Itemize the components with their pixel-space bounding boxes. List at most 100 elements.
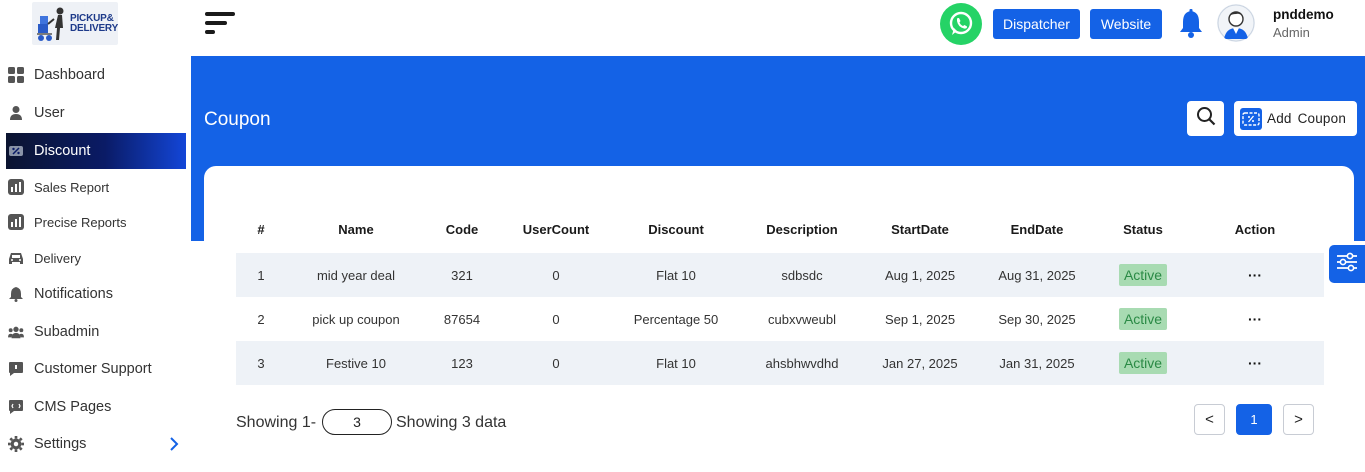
column-header-startdate[interactable]: StartDate <box>866 206 974 253</box>
car-icon <box>8 250 24 266</box>
sidebar-item-label: Discount <box>34 143 91 159</box>
cell-name: pick up coupon <box>312 311 400 327</box>
sidebar-item-notifications[interactable]: Notifications <box>6 276 186 312</box>
sidebar-item-label: Sales Report <box>34 179 110 195</box>
sidebar-item-settings[interactable]: Settings <box>6 426 186 462</box>
sidebar-item-delivery[interactable]: Delivery <box>6 240 186 276</box>
topbar: Dispatcher Website pnddemo Admin <box>191 0 1365 56</box>
table-header-row: # Name Code UserCount Discount Descripti… <box>236 206 1324 253</box>
cell-description: sdbsdc <box>738 253 866 297</box>
sidebar-item-discount[interactable]: Discount <box>6 133 186 169</box>
gear-icon <box>8 436 24 452</box>
cell-code: 321 <box>426 253 498 297</box>
user-name: pnddemo <box>1273 7 1334 22</box>
filter-settings-button[interactable] <box>1329 245 1365 283</box>
menu-toggle-icon[interactable] <box>205 12 235 36</box>
table-row: 1 mid year deal 321 0 Flat 10 sdbsdc Aug… <box>236 253 1324 297</box>
dispatcher-button[interactable]: Dispatcher <box>993 9 1080 39</box>
avatar[interactable] <box>1217 4 1255 42</box>
add-coupon-button[interactable]: Add Coupon <box>1234 101 1357 136</box>
column-header-code[interactable]: Code <box>426 206 498 253</box>
notification-bell-icon[interactable] <box>1178 9 1204 39</box>
discount-ticket-icon <box>8 143 24 159</box>
cell-num: 1 <box>236 253 286 297</box>
column-header-description[interactable]: Description <box>738 206 866 253</box>
status-badge[interactable]: Active <box>1118 264 1168 286</box>
coupon-icon <box>1240 108 1262 130</box>
cell-description: ahsbhwvdhd <box>738 341 866 385</box>
cell-enddate: Jan 31, 2025 <box>974 341 1100 385</box>
prev-page-button[interactable]: < <box>1194 404 1225 435</box>
column-header-discount[interactable]: Discount <box>614 206 738 253</box>
table-footer: Showing 1- 3 Showing 3 data < 1 > <box>236 404 1324 438</box>
column-header-usercount[interactable]: UserCount <box>498 206 614 253</box>
showing-count: Showing 3 data <box>396 414 507 431</box>
more-actions-icon[interactable]: ··· <box>1248 267 1262 283</box>
sidebar-item-label: Notifications <box>34 286 113 302</box>
sidebar-item-label: Settings <box>34 436 87 452</box>
cell-name: mid year deal <box>286 253 426 297</box>
user-role: Admin <box>1273 25 1310 40</box>
chat-icon <box>8 361 24 377</box>
cell-name: Festive 10 <box>286 341 426 385</box>
sidebar-item-precise-reports[interactable]: Precise Reports <box>6 204 186 240</box>
cell-status: Active <box>1100 341 1186 385</box>
coupon-table-wrapper: # Name Code UserCount Discount Descripti… <box>236 206 1324 385</box>
sidebar-item-subadmin[interactable]: Subadmin <box>6 314 186 350</box>
sidebar-item-customer-support[interactable]: Customer Support <box>6 351 186 387</box>
brand-logo-text: PICKUP& DELIVERY <box>70 12 118 34</box>
cell-discount: Percentage 50 <box>633 311 719 327</box>
sidebar: PICKUP& DELIVERY Dashboard User Discount… <box>0 0 191 472</box>
showing-prefix: Showing 1- <box>236 414 317 431</box>
cell-action: ··· <box>1186 253 1324 297</box>
cell-usercount: 0 <box>498 341 614 385</box>
page-size-input[interactable]: 3 <box>322 409 392 435</box>
add-coupon-label: Add Coupon <box>1267 111 1347 126</box>
sidebar-item-sales-report[interactable]: Sales Report <box>6 169 186 205</box>
chevron-right-icon[interactable] <box>166 436 182 452</box>
sidebar-item-label: Customer Support <box>34 361 152 377</box>
cell-usercount: 0 <box>498 253 614 297</box>
column-header-status[interactable]: Status <box>1100 206 1186 253</box>
cell-startdate: Aug 1, 2025 <box>866 253 974 297</box>
sidebar-item-label: Dashboard <box>34 67 105 83</box>
app-root: PICKUP& DELIVERY Dashboard User Discount… <box>0 0 1365 472</box>
table-row: 3 Festive 10 123 0 Flat 10 ahsbhwvdhd Ja… <box>236 341 1324 385</box>
cell-startdate: Sep 1, 2025 <box>884 311 956 327</box>
status-badge[interactable]: Active <box>1118 352 1168 374</box>
chart-icon <box>8 214 24 230</box>
sliders-icon <box>1336 251 1358 278</box>
more-actions-icon[interactable]: ··· <box>1248 355 1262 371</box>
coupon-card: # Name Code UserCount Discount Descripti… <box>204 166 1354 472</box>
column-header-enddate[interactable]: EndDate <box>974 206 1100 253</box>
dashboard-grid-icon <box>8 67 24 83</box>
whatsapp-icon[interactable] <box>940 3 982 45</box>
sidebar-item-dashboard[interactable]: Dashboard <box>6 57 186 93</box>
brand-line-1: PICKUP& <box>70 12 114 24</box>
cell-discount: Flat 10 <box>614 341 738 385</box>
status-badge[interactable]: Active <box>1118 308 1168 330</box>
page-title: Coupon <box>204 109 271 130</box>
next-page-button[interactable]: > <box>1283 404 1314 435</box>
column-header-action: Action <box>1234 222 1276 237</box>
cell-enddate: Sep 30, 2025 <box>998 311 1076 327</box>
cell-code: 87654 <box>443 311 481 327</box>
cell-num: 2 <box>257 311 265 327</box>
page-number-button[interactable]: 1 <box>1236 404 1272 435</box>
sidebar-item-cms-pages[interactable]: CMS Pages <box>6 389 186 425</box>
cell-action: ··· <box>1186 297 1324 341</box>
user-icon <box>8 105 24 121</box>
sidebar-item-label: Subadmin <box>34 324 100 340</box>
column-header-name[interactable]: Name <box>286 206 426 253</box>
column-header-num[interactable]: # <box>236 206 286 253</box>
search-icon <box>1196 106 1216 131</box>
sidebar-item-user[interactable]: User <box>6 95 186 131</box>
brand-logo[interactable]: PICKUP& DELIVERY <box>32 2 118 45</box>
more-actions-icon[interactable]: ··· <box>1248 311 1262 327</box>
cell-discount: Flat 10 <box>614 253 738 297</box>
chart-icon <box>8 179 24 195</box>
website-button[interactable]: Website <box>1090 9 1162 39</box>
coupon-table: # Name Code UserCount Discount Descripti… <box>236 206 1324 385</box>
search-button[interactable] <box>1187 101 1224 136</box>
delivery-person-icon <box>36 6 70 42</box>
